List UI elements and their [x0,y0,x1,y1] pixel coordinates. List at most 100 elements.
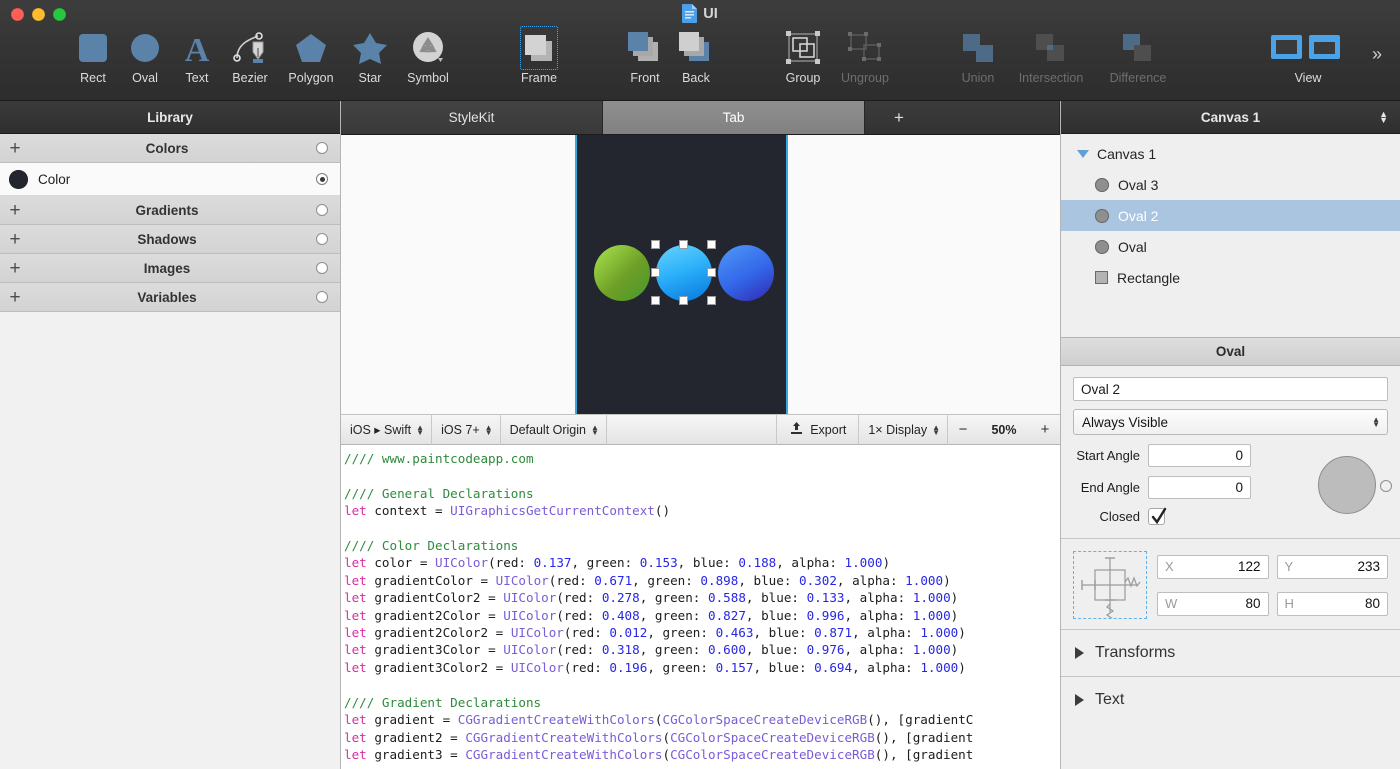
selection-handle-s[interactable] [679,296,688,305]
x-label: X [1165,559,1174,574]
shape-oval-3[interactable] [594,245,650,301]
section-radio[interactable] [316,262,328,274]
h-label: H [1284,596,1294,611]
generated-code-view[interactable]: //// www.paintcodeapp.com //// General D… [341,445,1060,769]
accordion-text[interactable]: Text [1061,676,1400,723]
chevron-updown-icon[interactable]: ▲ ▼ [1379,110,1388,125]
library-section-images[interactable]: + Images [0,254,340,283]
layer-row-oval-2[interactable]: Oval 2 [1061,200,1400,231]
artboard[interactable] [575,135,788,414]
layer-row-oval-3[interactable]: Oval 3 [1061,169,1400,200]
selection-handle-nw[interactable] [651,240,660,249]
view-layout-icon [1270,26,1346,70]
zoom-out-button[interactable]: − [948,421,978,438]
selection-handle-w[interactable] [651,268,660,277]
options-spacer [607,414,778,445]
layer-row-rectangle[interactable]: Rectangle [1061,262,1400,293]
section-radio[interactable] [316,291,328,303]
disclosure-triangle-icon[interactable] [1077,149,1089,158]
color-radio-selected[interactable] [316,173,328,185]
selection-handle-n[interactable] [679,240,688,249]
chevron-updown-icon: ▲ ▼ [591,422,599,437]
tab-stylekit[interactable]: StyleKit [341,101,603,134]
code-line: //// Gradient Declarations [344,694,542,710]
code-line: let gradientColor = UIColor(red: 0.671, … [344,572,951,588]
export-button[interactable]: Export [777,414,860,445]
w-field[interactable]: W 80 [1157,591,1269,616]
paintcode-window: UI Rect Oval A Text Bezier Polygon Star … [0,0,1400,769]
tool-view[interactable]: View [1268,26,1348,96]
accordion-label: Text [1095,691,1125,708]
intersection-icon [1033,26,1069,70]
zoom-in-button[interactable]: + [1030,421,1060,438]
origin-select[interactable]: Default Origin ▲ ▼ [501,414,607,445]
window-title-text: UI [703,5,718,22]
toolbar-overflow-button[interactable]: » [1372,44,1382,65]
start-angle-input[interactable]: 0 [1148,444,1251,467]
tool-star[interactable]: Star [337,26,403,96]
library-section-variables[interactable]: + Variables [0,283,340,312]
visibility-value: Always Visible [1082,414,1169,430]
anchor-resize-widget[interactable] [1073,551,1147,620]
tab-tab[interactable]: Tab [603,101,865,134]
oval-angle-preview[interactable] [1318,456,1392,514]
main-toolbar: UI Rect Oval A Text Bezier Polygon Star … [0,0,1400,101]
layer-row-oval[interactable]: Oval [1061,231,1400,262]
layer-row-canvas-1[interactable]: Canvas 1 [1061,138,1400,169]
selection-handle-e[interactable] [707,268,716,277]
h-field[interactable]: H 80 [1276,591,1388,616]
oval-icon [1095,239,1109,254]
canvas-viewport[interactable] [341,135,1060,414]
code-line: let gradient2Color2 = UIColor(red: 0.012… [344,625,966,641]
layer-label: Oval [1118,238,1147,255]
add-tab-button[interactable]: + [865,101,1060,134]
library-section-shadows[interactable]: + Shadows [0,225,340,254]
y-field[interactable]: Y 233 [1276,554,1388,579]
visibility-select[interactable]: Always Visible ▲ ▼ [1073,409,1388,435]
library-section-colors[interactable]: + Colors [0,134,340,163]
platform-language-select[interactable]: iOS ▸ Swift ▲ ▼ [341,414,433,445]
tool-bezier[interactable]: Bezier [217,26,283,96]
window-title-bar: UI [0,4,1400,23]
chevron-right-icon [1075,694,1084,706]
inspector-section-title: Oval [1061,337,1400,366]
oval-icon [1095,208,1109,223]
tool-label: Union [961,71,995,85]
geometry-controls: X 122 Y 233 W 80 H 80 [1061,538,1400,629]
closed-checkbox[interactable] [1148,507,1167,525]
chevron-updown-icon: ▲ ▼ [484,422,493,437]
shape-name-input[interactable] [1073,377,1388,401]
section-radio[interactable] [316,204,328,216]
layer-label: Canvas 1 [1097,145,1157,162]
selection-handle-se[interactable] [707,296,716,305]
x-field[interactable]: X 122 [1157,554,1269,579]
tool-label: Back [682,71,710,85]
tool-symbol[interactable]: Symbol [395,26,461,96]
library-header: Library [0,101,340,134]
shape-oval-2-selected[interactable] [656,245,712,301]
tool-frame[interactable]: Frame [506,26,572,96]
end-angle-input[interactable]: 0 [1148,476,1251,499]
library-color-item[interactable]: Color [0,163,340,196]
selection-handle-sw[interactable] [651,296,660,305]
library-section-gradients[interactable]: + Gradients [0,196,340,225]
os-version-select[interactable]: iOS 7+ ▲ ▼ [432,414,501,445]
tool-back[interactable]: Back [663,26,729,96]
geometry-fields: X 122 Y 233 W 80 H 80 [1157,551,1388,619]
tool-polygon[interactable]: Polygon [278,26,344,96]
tool-group[interactable]: Group [770,26,836,96]
oval-icon [1095,177,1109,192]
text-icon: A [179,26,215,70]
tool-label: Ungroup [841,71,889,85]
inspector-panel: Canvas 1 ▲ ▼ Canvas 1 Oval 3 Oval 2 Oval… [1060,101,1400,769]
section-radio[interactable] [316,142,328,154]
code-line: //// Color Declarations [344,538,519,554]
code-line: let gradient2 = CGGradientCreateWithColo… [344,729,974,745]
section-radio[interactable] [316,233,328,245]
accordion-transforms[interactable]: Transforms [1061,629,1400,676]
display-scale-select[interactable]: 1× Display ▲ ▼ [859,414,948,445]
canvas-selector-header[interactable]: Canvas 1 ▲ ▼ [1061,101,1400,134]
selection-handle-ne[interactable] [707,240,716,249]
shape-oval[interactable] [718,245,774,301]
